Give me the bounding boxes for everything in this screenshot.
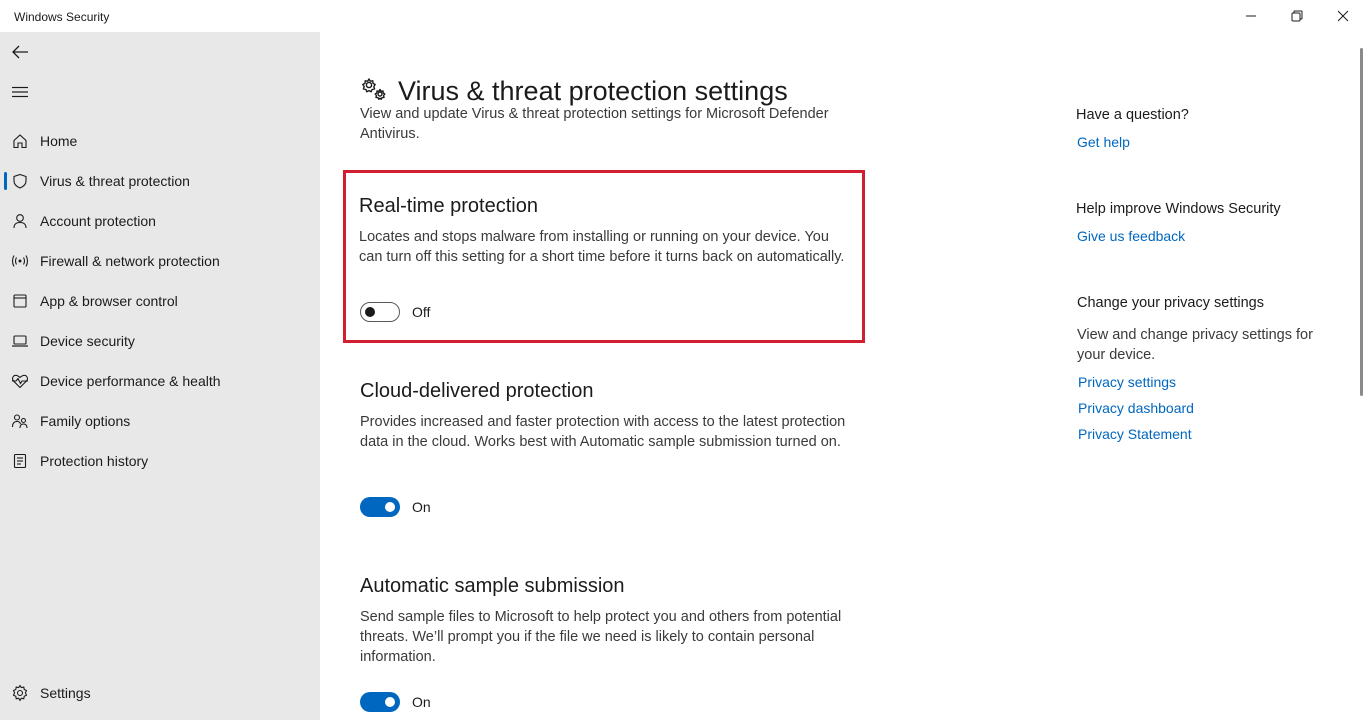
selection-indicator [4,172,7,190]
privacy-statement-link[interactable]: Privacy Statement [1078,426,1192,442]
toggle-knob [385,502,395,512]
section-title: Cloud-delivered protection [360,380,594,402]
sidebar-item-device-security[interactable]: Device security [0,323,320,359]
sidebar-item-label: Device performance & health [40,373,221,389]
sidebar: Home Virus & threat protection Account p… [0,32,320,720]
help-improve-heading: Help improve Windows Security [1076,201,1281,217]
family-icon [11,412,29,430]
sidebar-item-device-performance[interactable]: Device performance & health [0,363,320,399]
sidebar-item-app-browser-control[interactable]: App & browser control [0,283,320,319]
title-bar: Windows Security [0,0,1366,32]
automatic-sample-submission-section: Automatic sample submission Send sample … [360,575,860,667]
sidebar-item-virus-threat-protection[interactable]: Virus & threat protection [0,163,320,199]
toggle-knob [365,307,375,317]
cloud-protection-toggle[interactable] [360,497,400,517]
section-description: Provides increased and faster protection… [360,414,846,450]
person-icon [11,212,29,230]
section-description: Send sample files to Microsoft to help p… [360,609,842,665]
sidebar-item-label: Protection history [40,453,149,469]
home-icon [11,132,29,150]
sidebar-item-label: Firewall & network protection [40,253,220,269]
sample-submission-toggle-row: On [360,692,431,712]
sidebar-item-label: Device security [40,333,135,349]
close-icon [1337,10,1349,22]
app-title: Windows Security [14,10,110,24]
vertical-scrollbar[interactable] [1360,48,1363,396]
hamburger-icon [12,86,28,98]
cloud-protection-toggle-row: On [360,497,431,517]
toggle-knob [385,697,395,707]
realtime-protection-toggle-row: Off [360,302,430,322]
sample-submission-toggle[interactable] [360,692,400,712]
privacy-settings-link[interactable]: Privacy settings [1078,374,1176,390]
give-feedback-link[interactable]: Give us feedback [1077,228,1185,244]
realtime-protection-section: Real-time protection Locates and stops m… [359,195,859,267]
laptop-icon [11,332,29,350]
heart-pulse-icon [11,372,29,390]
back-button[interactable] [8,40,32,64]
sidebar-item-home[interactable]: Home [0,123,320,159]
sidebar-item-label: Home [40,133,78,149]
wifi-signal-icon [11,252,29,270]
toggle-state-label: On [412,499,431,515]
restore-icon [1291,10,1303,22]
have-question-heading: Have a question? [1076,107,1189,123]
shield-icon [11,172,29,190]
sidebar-item-firewall-network[interactable]: Firewall & network protection [0,243,320,279]
toggle-state-label: Off [412,304,431,320]
section-description: Locates and stops malware from installin… [359,229,845,265]
page-title: Virus & threat protection settings [398,76,788,107]
sidebar-item-label: Account protection [40,213,156,229]
realtime-protection-toggle[interactable] [360,302,400,322]
section-title: Automatic sample submission [360,575,625,597]
sidebar-item-label: Settings [40,685,91,701]
minimize-button[interactable] [1228,0,1274,32]
privacy-description: View and change privacy settings for you… [1077,327,1313,363]
history-icon [11,452,29,470]
sidebar-item-label: App & browser control [40,293,178,309]
sidebar-item-label: Family options [40,413,131,429]
toggle-state-label: On [412,694,431,710]
sidebar-item-label: Virus & threat protection [40,173,190,189]
section-title: Real-time protection [359,195,538,217]
cloud-delivered-protection-section: Cloud-delivered protection Provides incr… [360,380,860,452]
sidebar-item-family-options[interactable]: Family options [0,403,320,439]
sidebar-item-protection-history[interactable]: Protection history [0,443,320,479]
privacy-settings-heading: Change your privacy settings [1077,295,1264,311]
minimize-icon [1246,15,1256,17]
privacy-dashboard-link[interactable]: Privacy dashboard [1078,400,1194,416]
restore-button[interactable] [1274,0,1320,32]
sidebar-item-account-protection[interactable]: Account protection [0,203,320,239]
gear-icon [11,684,29,702]
app-window-icon [11,292,29,310]
page-description: View and update Virus & threat protectio… [360,106,829,142]
sidebar-item-settings[interactable]: Settings [0,675,320,711]
back-arrow-icon [12,45,28,59]
main-content: Virus & threat protection settings View … [320,32,1366,720]
menu-button[interactable] [8,80,32,104]
get-help-link[interactable]: Get help [1077,134,1130,150]
close-button[interactable] [1320,0,1366,32]
